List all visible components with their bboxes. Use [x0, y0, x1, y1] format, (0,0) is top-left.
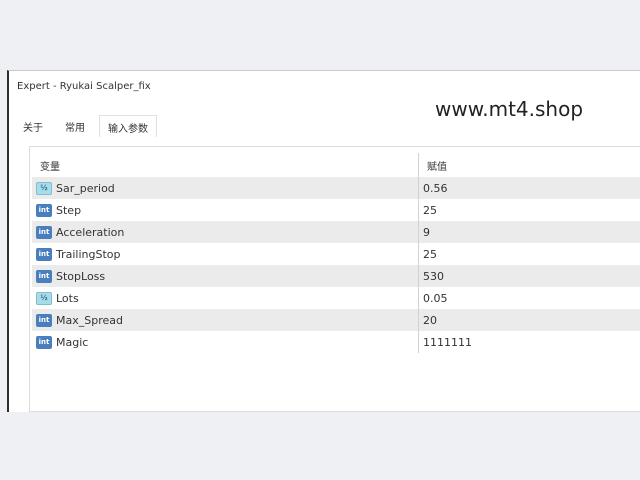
int-type-icon: int — [36, 247, 52, 261]
int-type-icon: int — [36, 269, 52, 283]
variable-cell: int Step — [32, 199, 419, 221]
table-row[interactable]: int StopLoss 530 — [32, 265, 640, 287]
value-cell[interactable]: 1111111 — [419, 331, 640, 353]
variable-name: Sar_period — [56, 181, 115, 195]
table-row[interactable]: int Magic 1111111 — [32, 331, 640, 353]
tab-about[interactable]: 关于 — [15, 115, 51, 137]
value-cell[interactable]: 0.05 — [419, 287, 640, 309]
variable-cell: ½ Sar_period — [32, 177, 419, 199]
int-type-icon: int — [36, 313, 52, 327]
variable-name: Lots — [56, 291, 79, 305]
variable-name: StopLoss — [56, 269, 106, 283]
variable-name: Max_Spread — [56, 313, 123, 327]
table-row[interactable]: ½ Sar_period 0.56 — [32, 177, 640, 199]
double-type-icon: ½ — [36, 181, 52, 195]
table-row[interactable]: int Max_Spread 20 — [32, 309, 640, 331]
inputs-panel: 变量 赋值 ½ Sar_period 0.56 int Step 25 int Acceler… — [29, 146, 640, 412]
tab-common[interactable]: 常用 — [57, 115, 93, 137]
watermark-text: www.mt4.shop — [435, 97, 584, 121]
parameters-table: 变量 赋值 ½ Sar_period 0.56 int Step 25 int Acceler… — [32, 153, 640, 353]
expert-properties-dialog: Expert - Ryukai Scalper_fix www.mt4.shop… — [7, 70, 640, 412]
value-cell[interactable]: 25 — [419, 199, 640, 221]
table-header: 变量 赋值 — [32, 153, 640, 177]
tab-inputs[interactable]: 输入参数 — [99, 115, 157, 137]
int-type-icon: int — [36, 203, 52, 217]
table-row[interactable]: int TrailingStop 25 — [32, 243, 640, 265]
table-row[interactable]: ½ Lots 0.05 — [32, 287, 640, 309]
variable-cell: int TrailingStop — [32, 243, 419, 265]
value-cell[interactable]: 20 — [419, 309, 640, 331]
table-row[interactable]: int Acceleration 9 — [32, 221, 640, 243]
table-body: ½ Sar_period 0.56 int Step 25 int Acceleration 9… — [32, 177, 640, 353]
variable-cell: int Acceleration — [32, 221, 419, 243]
value-cell[interactable]: 530 — [419, 265, 640, 287]
variable-cell: int StopLoss — [32, 265, 419, 287]
column-header-variable[interactable]: 变量 — [32, 153, 419, 177]
variable-name: Magic — [56, 335, 89, 349]
int-type-icon: int — [36, 225, 52, 239]
tab-bar: 关于 常用 输入参数 — [15, 115, 163, 137]
variable-name: Acceleration — [56, 225, 125, 239]
variable-cell: int Magic — [32, 331, 419, 353]
value-cell[interactable]: 0.56 — [419, 177, 640, 199]
column-header-value[interactable]: 赋值 — [419, 153, 640, 177]
int-type-icon: int — [36, 335, 52, 349]
double-type-icon: ½ — [36, 291, 52, 305]
value-cell[interactable]: 25 — [419, 243, 640, 265]
table-row[interactable]: int Step 25 — [32, 199, 640, 221]
variable-cell: ½ Lots — [32, 287, 419, 309]
variable-name: TrailingStop — [56, 247, 121, 261]
value-cell[interactable]: 9 — [419, 221, 640, 243]
variable-cell: int Max_Spread — [32, 309, 419, 331]
variable-name: Step — [56, 203, 82, 217]
